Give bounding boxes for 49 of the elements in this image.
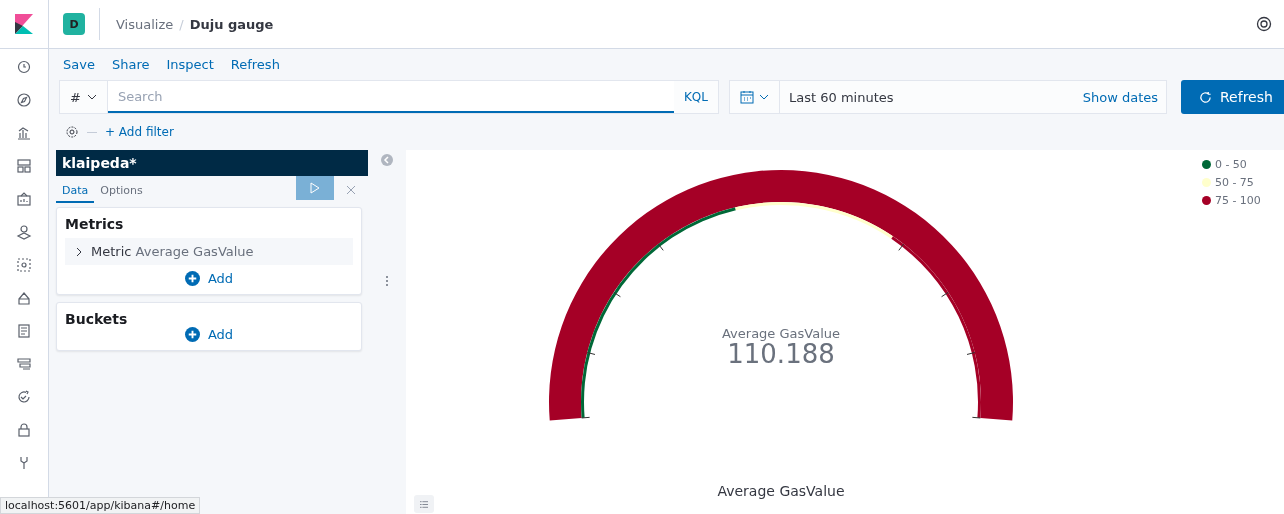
gauge-value: 110.188	[727, 341, 835, 367]
language-button[interactable]: KQL	[674, 81, 718, 113]
refresh-icon[interactable]	[1199, 90, 1212, 104]
space-avatar[interactable]: D	[63, 13, 85, 35]
plus-icon[interactable]	[184, 271, 200, 286]
panel-title: Buckets	[65, 311, 129, 327]
legend-toggle-icon[interactable]	[414, 495, 434, 513]
menu-link[interactable]: Inspect	[166, 57, 214, 77]
legend-label[interactable]: 75 - 100	[1214, 194, 1261, 207]
show-dates-link[interactable]: Show dates	[1074, 81, 1166, 113]
gauge-title: Average GasValue	[717, 483, 845, 499]
menu-link[interactable]: Refresh	[230, 57, 280, 77]
chevron-right-icon[interactable]	[75, 246, 83, 257]
add-button[interactable]: Add	[65, 265, 353, 286]
search-field[interactable]: Search	[107, 81, 674, 111]
add-filter-link[interactable]: + Add filter	[105, 125, 174, 139]
logs-icon[interactable]	[16, 323, 32, 339]
index-title: klaipeda*	[56, 150, 368, 176]
breadcrumb[interactable]: Visualize	[116, 16, 174, 32]
panel-title: Metrics	[65, 216, 125, 232]
status-url: localhost:5601/app/kibana#/home	[0, 497, 201, 514]
lock-icon[interactable]	[16, 422, 32, 438]
chevron-down-icon[interactable]	[759, 94, 769, 100]
editor-tab[interactable]: Data	[56, 177, 95, 203]
editor-tab[interactable]: Options	[94, 177, 149, 203]
chart-icon[interactable]	[16, 125, 32, 141]
breadcrumb: Duju gauge	[189, 16, 274, 32]
legend-label[interactable]: 50 - 75	[1214, 176, 1254, 189]
settings-icon[interactable]	[65, 125, 79, 139]
menu-link[interactable]: Save	[63, 57, 95, 77]
refresh-button[interactable]: Refresh	[1181, 80, 1284, 114]
breadcrumb-separator: /	[179, 16, 184, 32]
logo-icon[interactable]	[15, 14, 33, 34]
plus-icon[interactable]	[184, 327, 200, 342]
help-icon[interactable]	[1256, 16, 1272, 32]
uptime-icon[interactable]	[16, 389, 32, 405]
query-menu-button[interactable]: #	[60, 81, 108, 113]
add-button[interactable]: Add	[65, 327, 353, 342]
menu-link[interactable]: Share	[111, 57, 150, 77]
chevron-down-icon[interactable]	[86, 94, 97, 100]
clock-icon[interactable]	[16, 59, 32, 75]
time-range[interactable]: Last 60 minutes	[780, 81, 1075, 113]
legend-label[interactable]: 0 - 50	[1214, 158, 1247, 171]
gauge-label: Average GasValue	[722, 326, 840, 341]
compass-icon[interactable]	[16, 92, 32, 108]
metric-row[interactable]: Metric Average GasValue	[65, 238, 353, 265]
calendar-icon[interactable]	[740, 90, 754, 104]
resize-handle-icon[interactable]	[385, 274, 389, 287]
dashboard-icon[interactable]	[16, 158, 32, 174]
